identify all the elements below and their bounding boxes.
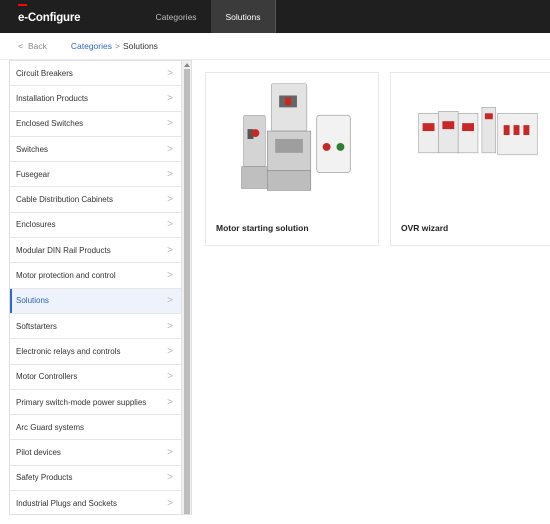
sidebar-item[interactable]: Cable Distribution Cabinets > <box>10 187 182 213</box>
chevron-right-icon: > <box>167 270 173 282</box>
top-navigation-bar: e-Configure Categories Solutions <box>0 0 550 33</box>
chevron-right-icon: > <box>167 371 173 383</box>
sidebar-item[interactable]: Primary switch-mode power supplies > <box>10 389 182 416</box>
solution-card-motor-starting[interactable]: Motor starting solution <box>205 72 379 246</box>
sidebar-item-label: Motor protection and control <box>16 271 116 281</box>
brand-logo[interactable]: e-Configure <box>0 0 141 33</box>
sidebar-item[interactable]: Arc Guard systems <box>10 415 182 441</box>
sidebar-item-label: Fusegear <box>16 169 50 179</box>
sidebar-item[interactable]: Pilot devices > <box>10 440 182 466</box>
sidebar-item[interactable]: Modular DIN Rail Products > <box>10 238 182 264</box>
sidebar-item[interactable]: Solutions > <box>10 288 182 314</box>
brand-name: e-Configure <box>18 12 81 24</box>
chevron-right-icon: > <box>167 194 173 206</box>
card-title: Motor starting solution <box>216 223 309 233</box>
sidebar-item[interactable]: Electronic relays and controls > <box>10 339 182 365</box>
chevron-right-icon: > <box>167 320 173 332</box>
surge-protector-product-image <box>418 107 538 156</box>
chevron-right-icon: > <box>167 447 173 459</box>
breadcrumb-link-categories[interactable]: Categories <box>71 41 112 51</box>
chevron-right-icon: > <box>167 118 173 130</box>
category-list: Circuit Breakers > Installation Products > E… <box>10 61 182 514</box>
tab-categories[interactable]: Categories <box>141 0 211 33</box>
sidebar-item-label: Electronic relays and controls <box>16 346 121 356</box>
category-sidebar: Circuit Breakers > Installation Products > E… <box>9 60 192 515</box>
sidebar-item[interactable]: Industrial Plugs and Sockets > <box>10 491 182 514</box>
chevron-right-icon: > <box>167 67 173 79</box>
back-button[interactable]: < Back <box>18 41 47 51</box>
sidebar-item-label: Installation Products <box>16 93 89 103</box>
motor-starter-product-image <box>241 83 351 191</box>
card-title: OVR wizard <box>401 223 449 233</box>
sidebar-item[interactable]: Motor Controllers > <box>10 364 182 390</box>
sidebar-item[interactable]: Enclosures > <box>10 212 182 239</box>
sidebar-item-label: Solutions <box>16 296 49 306</box>
solution-card-ovr-wizard[interactable]: OVR wizard <box>390 72 550 246</box>
chevron-right-icon: > <box>167 497 173 509</box>
sidebar-item-label: Modular DIN Rail Products <box>16 245 111 255</box>
sidebar-item-label: Motor Controllers <box>16 372 78 382</box>
breadcrumb: < Back Categories > Solutions <box>0 33 550 60</box>
sidebar-item-label: Industrial Plugs and Sockets <box>16 498 117 508</box>
chevron-right-icon: > <box>167 345 173 357</box>
scroll-up-arrow-icon[interactable] <box>184 63 190 67</box>
sidebar-item-label: Switches <box>16 144 49 154</box>
sidebar-item-label: Safety Products <box>16 473 73 483</box>
sidebar-item[interactable]: Motor protection and control > <box>10 263 182 289</box>
sidebar-item-label: Pilot devices <box>16 448 61 458</box>
sidebar-item[interactable]: Switches > <box>10 136 182 163</box>
chevron-right-icon: > <box>167 244 173 256</box>
chevron-right-icon: > <box>167 143 173 155</box>
chevron-right-icon: > <box>167 168 173 180</box>
sidebar-item-label: Enclosed Switches <box>16 119 84 129</box>
breadcrumb-separator: > <box>114 41 120 51</box>
tab-solutions[interactable]: Solutions <box>211 0 276 33</box>
chevron-left-icon: < <box>18 41 23 51</box>
sidebar-scrollbar[interactable] <box>181 61 191 514</box>
sidebar-item[interactable]: Circuit Breakers > <box>10 61 182 87</box>
sidebar-item[interactable]: Softstarters > <box>10 313 182 340</box>
sidebar-item[interactable]: Fusegear > <box>10 162 182 188</box>
chevron-right-icon: > <box>167 396 173 408</box>
sidebar-item[interactable]: Installation Products > <box>10 86 182 112</box>
chevron-right-icon: > <box>167 219 173 231</box>
sidebar-item[interactable]: Enclosed Switches > <box>10 111 182 137</box>
sidebar-item-label: Arc Guard systems <box>16 422 85 432</box>
sidebar-item[interactable]: Safety Products > <box>10 465 182 492</box>
sidebar-item-label: Cable Distribution Cabinets <box>16 195 113 205</box>
sidebar-item-label: Softstarters <box>16 321 57 331</box>
brand-accent-mark <box>18 4 27 6</box>
breadcrumb-current: Solutions <box>122 41 158 51</box>
scrollbar-thumb[interactable] <box>184 69 190 514</box>
sidebar-item-label: Circuit Breakers <box>16 68 73 78</box>
chevron-right-icon: > <box>167 92 173 104</box>
chevron-right-icon: > <box>167 472 173 484</box>
sidebar-item-label: Enclosures <box>16 220 56 230</box>
chevron-right-icon: > <box>167 295 173 307</box>
back-label: Back <box>27 41 47 51</box>
sidebar-item-label: Primary switch-mode power supplies <box>16 397 147 407</box>
